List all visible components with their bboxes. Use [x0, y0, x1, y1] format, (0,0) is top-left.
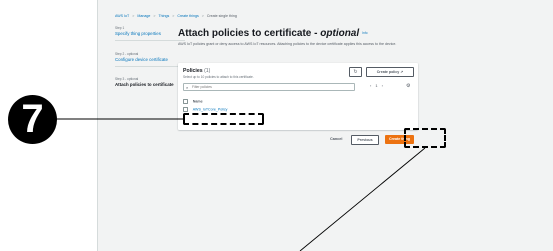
callout-lines: [56, 118, 426, 251]
step-number-badge: 7: [8, 95, 57, 144]
callout-line-create-thing: [299, 147, 426, 251]
